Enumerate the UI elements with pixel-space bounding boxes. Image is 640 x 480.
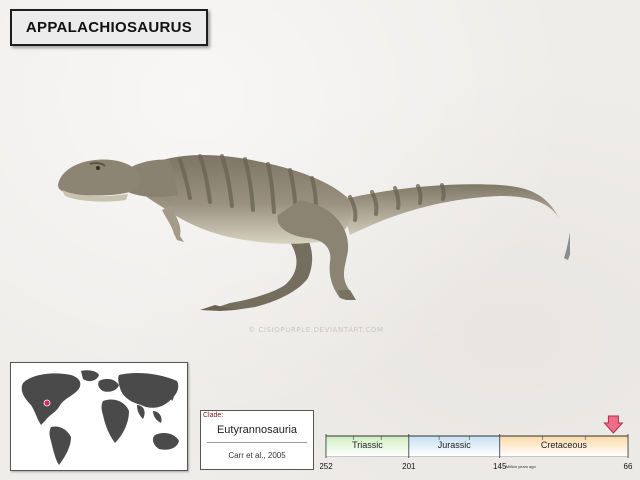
geologic-timeline: Triassic Jurassic Cretaceous 252 201 145 66 Mil…: [319, 412, 636, 474]
clade-name: Eutyrannosauria: [216, 424, 298, 436]
time-marker-arrow: [603, 415, 624, 434]
clade-panel: Clade: Eutyrannosauria Carr et al., 2005: [200, 410, 314, 470]
south-america: [49, 426, 71, 465]
asia: [118, 373, 179, 408]
eye: [96, 166, 100, 170]
tick-label-66: 66: [624, 462, 633, 471]
india: [137, 405, 145, 419]
period-label-triassic: Triassic: [352, 440, 383, 450]
greenland: [81, 370, 99, 382]
tick-label-252: 252: [320, 462, 333, 471]
africa: [101, 399, 129, 443]
head: [58, 159, 140, 196]
watermark: © CISIOPURPLE.DEVIANTART.COM: [248, 326, 384, 334]
clade-divider: [207, 442, 307, 443]
world-map-panel: [10, 362, 188, 471]
tick-label-201: 201: [402, 462, 416, 471]
appalachiosaurus-illustration: [58, 154, 570, 311]
timeline-svg: Triassic Jurassic Cretaceous252 201 145 66Mil…: [319, 415, 633, 471]
page-title: APPALACHIOSAURUS: [25, 19, 193, 36]
near-foot: [338, 290, 356, 300]
period-label-jurassic: Jurassic: [438, 440, 472, 450]
australia: [152, 433, 179, 450]
location-marker: [43, 399, 51, 407]
europe: [98, 378, 119, 392]
clade-label: Clade:: [203, 412, 224, 419]
se-asia: [153, 411, 162, 423]
world-map: [21, 370, 179, 465]
north-america: [21, 373, 81, 425]
human-silhouette: [564, 232, 570, 260]
title-box: APPALACHIOSAURUS: [10, 9, 208, 46]
clade-citation: Carr et al., 2005: [228, 451, 286, 460]
period-label-cretaceous: Cretaceous: [541, 440, 588, 450]
timeline-unit: Million years ago: [506, 464, 537, 469]
